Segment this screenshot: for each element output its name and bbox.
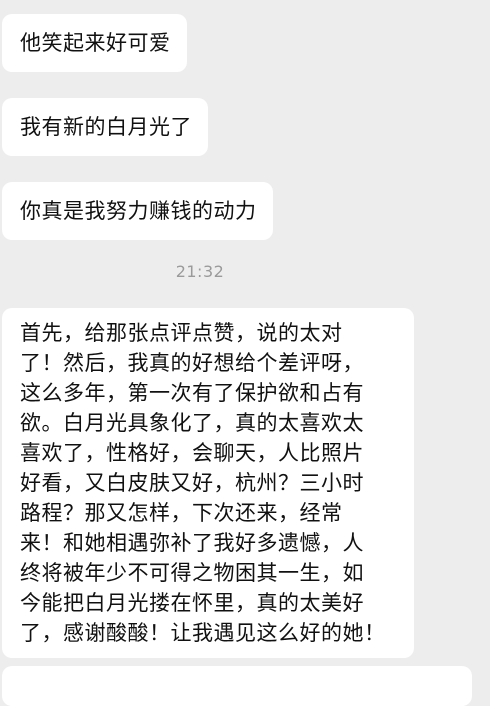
long-message-bubble[interactable]: 首先，给那张点评点赞，说的太对 了！然后，我真的好想给个差评呀， 这么多年，第一… — [2, 308, 414, 658]
message-text: 他笑起来好可爱 — [20, 31, 171, 55]
message-line: 首先，给那张点评点赞，说的太对 — [20, 321, 343, 345]
message-line: 这么多年，第一次有了保护欲和占有 — [20, 381, 364, 405]
message-line: 了！然后，我真的好想给个差评呀， — [20, 351, 364, 375]
message-line: 今能把白月光搂在怀里，真的太美好 — [20, 591, 364, 615]
message-bubble[interactable]: 我有新的白月光了 — [2, 98, 208, 156]
partial-message-bubble[interactable] — [2, 666, 472, 706]
message-line: 路程？那又怎样，下次还来，经常 — [20, 501, 343, 525]
message-timestamp: 21:32 — [175, 262, 225, 281]
message-line: 欲。白月光具象化了，真的太喜欢太 — [20, 411, 364, 435]
message-line: 喜欢了，性格好，会聊天，人比照片 — [20, 441, 364, 465]
message-text: 我有新的白月光了 — [20, 115, 192, 139]
message-line: 终将被年少不可得之物困其一生，如 — [20, 561, 364, 585]
chat-message-list[interactable]: 他笑起来好可爱 我有新的白月光了 你真是我努力赚钱的动力 21:32 首先，给那… — [0, 0, 490, 706]
message-line: 来！和她相遇弥补了我好多遗憾，人 — [20, 531, 364, 555]
message-bubble[interactable]: 他笑起来好可爱 — [2, 14, 187, 72]
message-bubble[interactable]: 你真是我努力赚钱的动力 — [2, 182, 273, 240]
message-text: 你真是我努力赚钱的动力 — [20, 199, 257, 223]
message-line: 了，感谢酸酸！让我遇见这么好的她！ — [20, 621, 386, 645]
message-line: 好看，又白皮肤又好，杭州？三小时 — [20, 471, 364, 495]
